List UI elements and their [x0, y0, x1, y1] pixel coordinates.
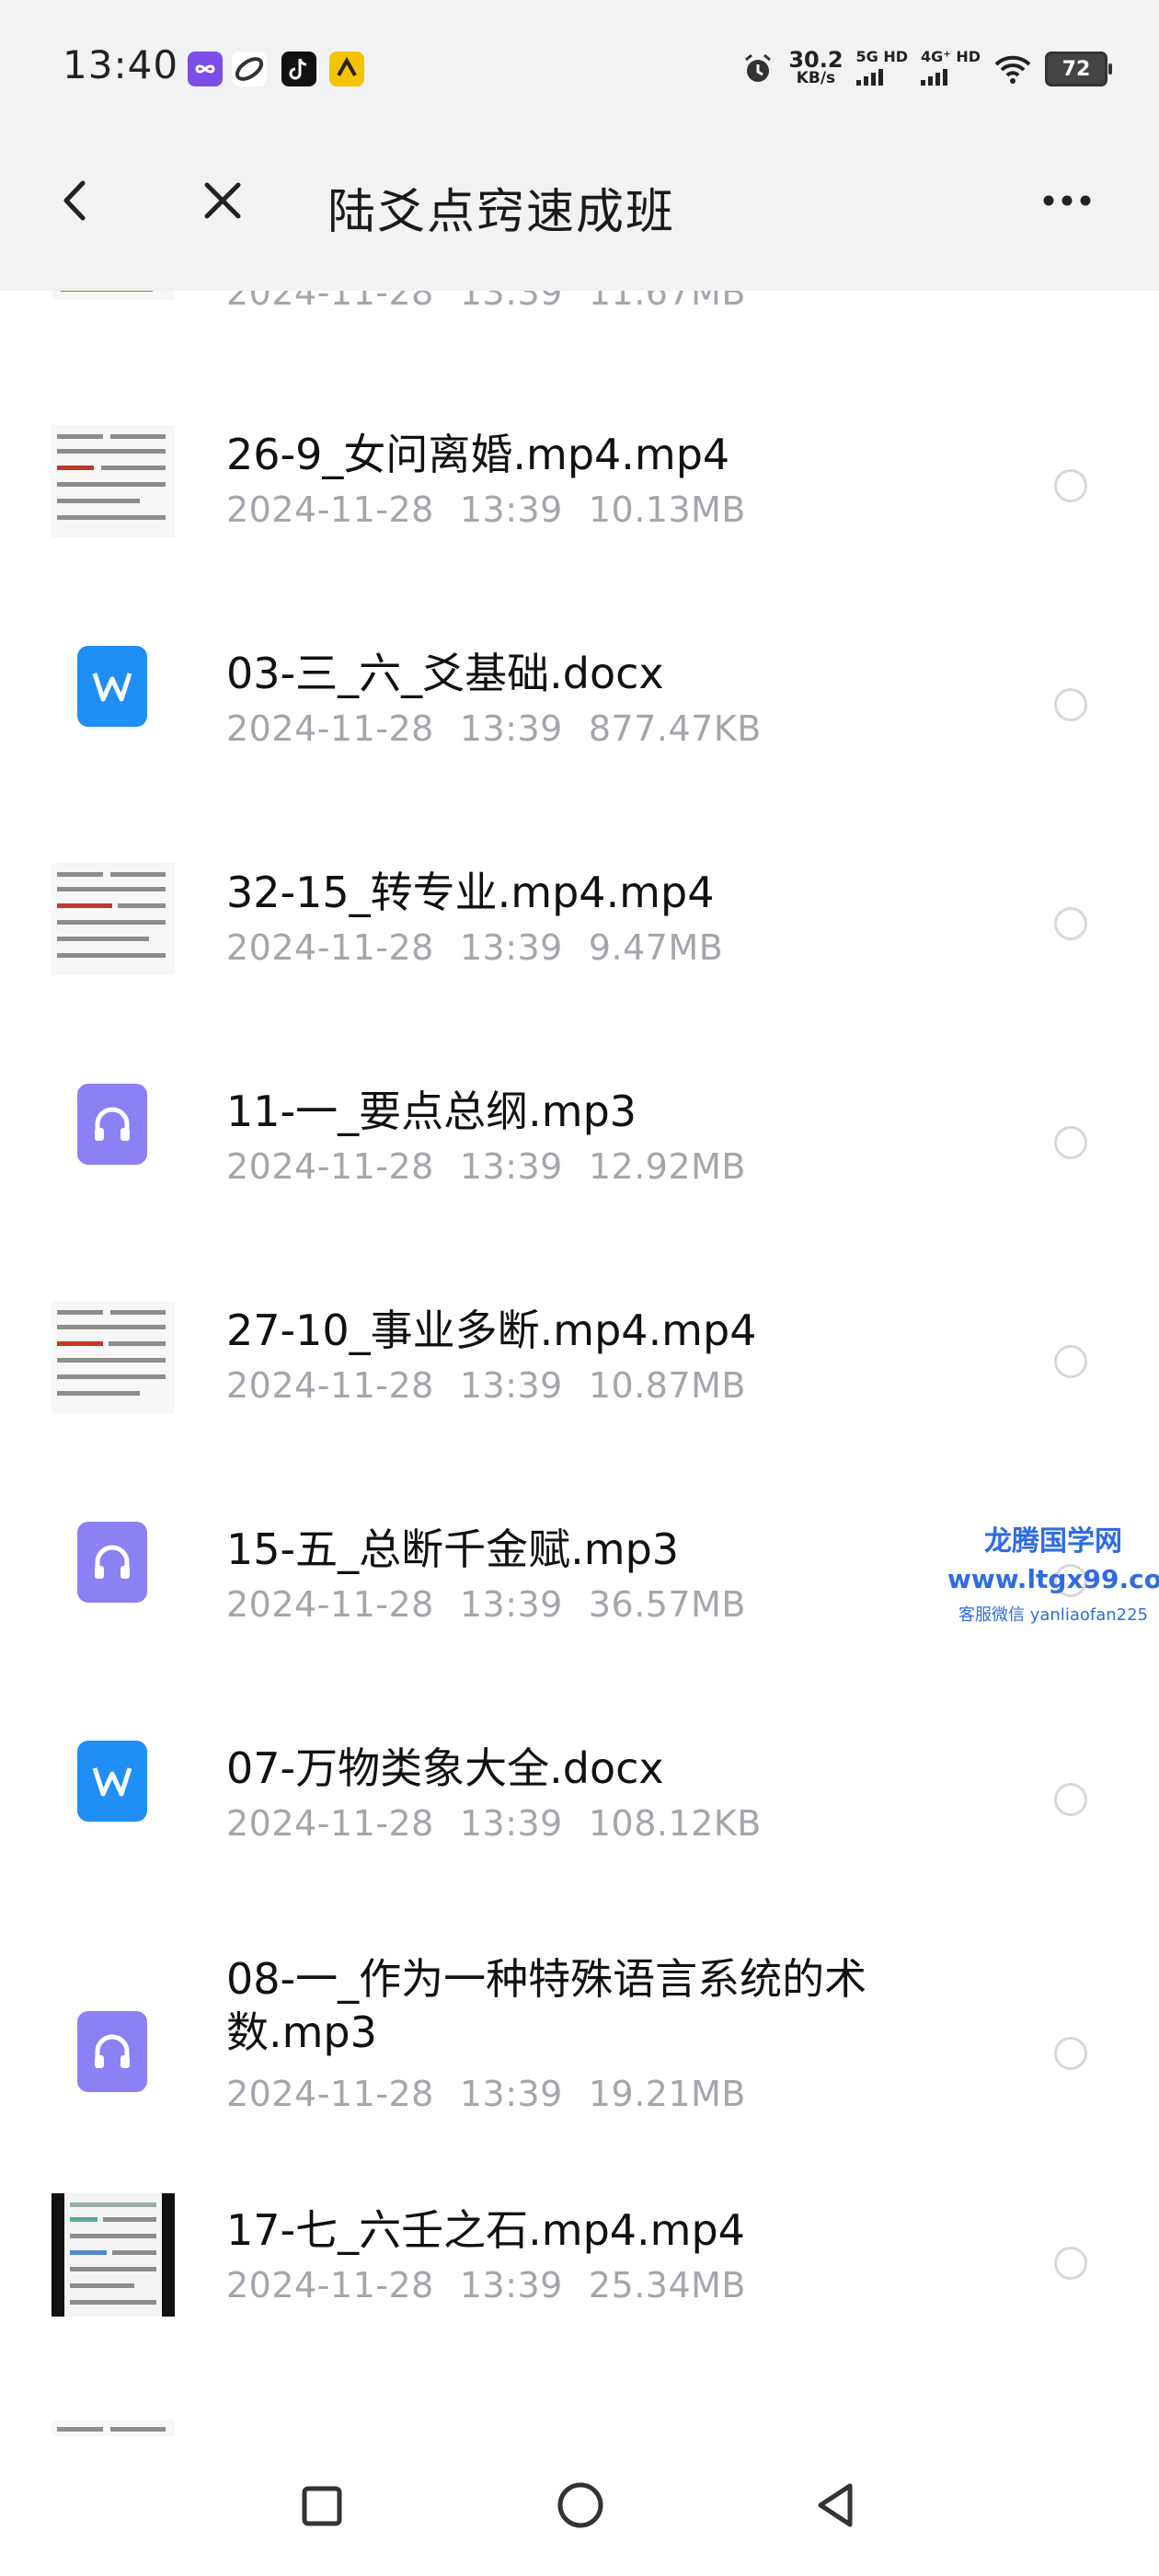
status-bar: 13:40 30.2 KB/s 5G HD 4G⁺ HD 72 [0, 0, 1159, 116]
file-row[interactable]: 03-三_六_爻基础.docx 2024-11-28 13:39 877.47KB [0, 620, 1159, 839]
net-speed: 30.2 KB/s [788, 47, 843, 87]
file-meta: 2024-11-28 13:39 877.47KB [226, 708, 762, 749]
more-button[interactable] [1030, 164, 1104, 237]
square-icon [302, 2486, 342, 2526]
file-row[interactable] [0, 2407, 1159, 2436]
video-thumbnail [52, 2420, 175, 2436]
back-button[interactable] [39, 164, 112, 237]
back-nav-button[interactable] [806, 2475, 866, 2536]
file-meta: 2024-11-28 13:39 25.34MB [226, 2265, 747, 2306]
more-icon [1043, 195, 1091, 206]
file-row[interactable]: 17-七_六壬之石.mp4.mp4 2024-11-28 13:39 25.34MB [0, 2193, 1159, 2420]
system-nav-bar [0, 2436, 1159, 2576]
select-radio[interactable] [1054, 688, 1087, 721]
video-thumbnail [52, 1301, 175, 1413]
clock: 13:40 [63, 42, 179, 87]
circle-icon [557, 2482, 603, 2528]
file-row[interactable]: 2024-11-28 13:39 11.67MB [0, 291, 1159, 383]
select-radio[interactable] [1054, 469, 1087, 502]
select-radio[interactable] [1054, 1345, 1087, 1378]
file-name: 11-一_要点总纲.mp3 [226, 1087, 637, 1136]
file-name: 27-10_事业多断.mp4.mp4 [226, 1305, 757, 1355]
file-row[interactable]: 32-15_转专业.mp4.mp4 2024-11-28 13:39 9.47MB [0, 839, 1159, 1058]
file-row[interactable]: 11-一_要点总纲.mp3 2024-11-28 13:39 12.92MB [0, 1058, 1159, 1277]
file-row[interactable]: 07-万物类象大全.docx 2024-11-28 13:39 108.12KB [0, 1715, 1159, 1934]
video-thumbnail [52, 2193, 175, 2317]
battery-indicator: 72 [1045, 52, 1112, 86]
alarm-icon [745, 53, 772, 82]
word-doc-icon [77, 1741, 147, 1822]
file-name: 17-七_六壬之石.mp4.mp4 [226, 2205, 745, 2255]
word-doc-icon [77, 646, 147, 727]
file-meta: 2024-11-28 13:39 10.87MB [226, 1365, 747, 1406]
file-meta: 2024-11-28 13:39 19.21MB [226, 2074, 747, 2114]
file-name: 32-15_转专业.mp4.mp4 [226, 868, 715, 917]
file-row[interactable]: 08-一_作为一种特殊语言系统的术数.mp3 2024-11-28 13:39 19… [0, 1934, 1159, 2201]
close-icon [204, 182, 241, 219]
sim1-signal: 5G HD [855, 49, 908, 89]
select-radio[interactable] [1054, 2037, 1087, 2070]
status-icons: 30.2 KB/s 5G HD 4G⁺ HD 72 [740, 46, 1112, 92]
triangle-back-icon [818, 2483, 853, 2527]
select-radio[interactable] [1054, 1783, 1087, 1816]
file-name: 07-万物类象大全.docx [226, 1743, 664, 1793]
select-radio[interactable] [1054, 1126, 1087, 1159]
file-meta: 2024-11-28 13:39 10.13MB [226, 489, 747, 530]
audio-file-icon [77, 1084, 147, 1165]
tiktok-icon [281, 52, 316, 86]
file-row[interactable]: 26-9_女问离婚.mp4.mp4 2024-11-28 13:39 10.13MB [0, 401, 1159, 620]
file-list: 2024-11-28 13:39 11.67MB 26-9_女问离婚.mp4.mp4… [0, 291, 1159, 2436]
app-header: 陆爻点窍速成班 [0, 116, 1159, 291]
back-arrow-icon [63, 180, 86, 221]
file-row[interactable]: 27-10_事业多断.mp4.mp4 2024-11-28 13:39 10.87M… [0, 1277, 1159, 1496]
yellow-app-icon [329, 52, 364, 86]
loop-app-icon [232, 52, 267, 86]
video-thumbnail [52, 863, 175, 975]
close-button[interactable] [186, 164, 259, 237]
file-name: 15-五_总断千金赋.mp3 [226, 1524, 680, 1574]
select-radio[interactable] [1054, 2247, 1087, 2280]
recents-button[interactable] [293, 2477, 351, 2536]
file-meta: 2024-11-28 13:39 108.12KB [226, 1803, 762, 1844]
sim2-signal: 4G⁺ HD [921, 49, 981, 89]
select-radio[interactable] [1054, 907, 1087, 940]
file-name: 08-一_作为一种特殊语言系统的术数.mp3 [226, 1954, 867, 2057]
video-thumbnail [52, 425, 175, 537]
home-button[interactable] [548, 2473, 613, 2537]
video-thumbnail [52, 291, 175, 300]
file-name: 26-9_女问离婚.mp4.mp4 [226, 430, 730, 479]
watermark: 龙腾国学网 www.ltgx99.com 客服微信 yanliaofan225 [947, 1525, 1159, 1625]
audio-file-icon [77, 1522, 147, 1603]
wifi-icon [994, 55, 1031, 84]
file-meta: 2024-11-28 13:39 12.92MB [226, 1146, 747, 1187]
audio-file-icon [77, 2011, 147, 2092]
file-meta: 2024-11-28 13:39 9.47MB [226, 927, 724, 968]
file-name: 03-三_六_爻基础.docx [226, 649, 664, 698]
page-title: 陆爻点窍速成班 [327, 185, 676, 240]
file-meta: 2024-11-28 13:39 11.67MB [226, 291, 747, 313]
file-meta: 2024-11-28 13:39 36.57MB [226, 1584, 747, 1625]
infinity-app-icon [188, 52, 223, 86]
